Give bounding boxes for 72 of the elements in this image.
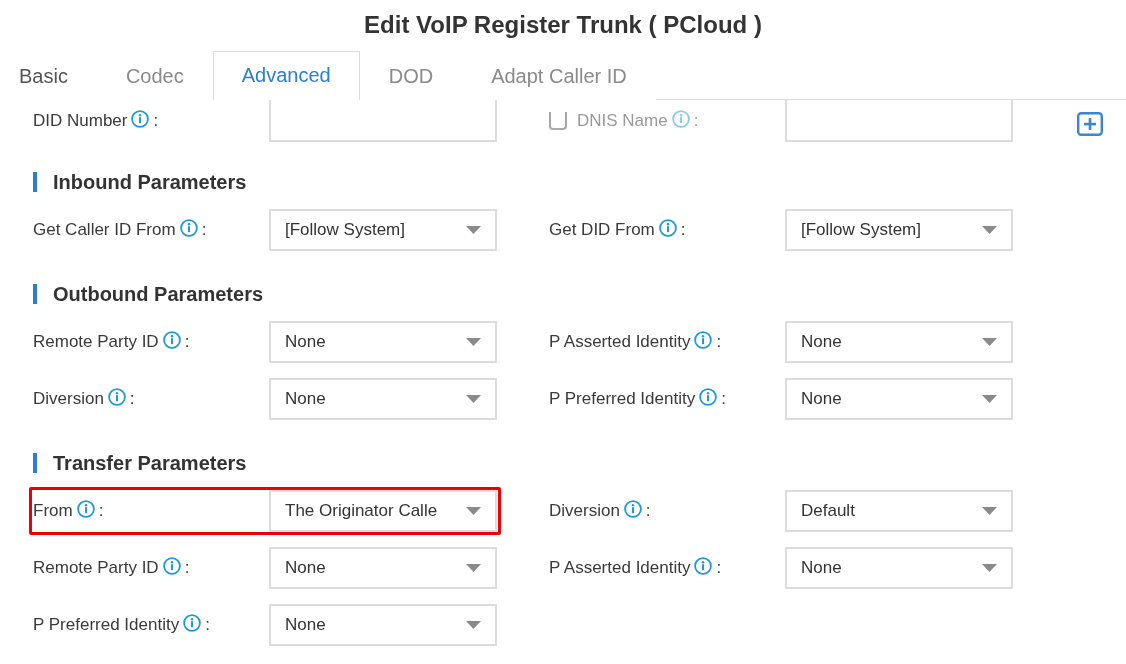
dropdown[interactable]: [Follow System] [269,209,497,251]
field-label: Diversion [33,389,104,409]
caret-icon [466,226,481,234]
dropdown[interactable]: None [785,321,1013,363]
section-heading: Inbound Parameters [53,170,247,194]
label-colon: : [184,558,190,578]
info-icon[interactable] [179,219,198,237]
caret-icon [982,338,997,346]
label-colon: : [645,501,651,521]
dropdown[interactable]: Default [785,490,1013,532]
info-icon[interactable] [699,388,718,406]
dropdown[interactable]: None [269,321,497,363]
info-icon[interactable] [623,500,642,518]
info-icon[interactable] [162,557,181,575]
section-heading: Transfer Parameters [53,451,247,475]
label-colon: : [184,332,190,352]
add-icon[interactable] [1077,112,1103,136]
dropdown[interactable]: None [785,547,1013,589]
info-icon[interactable] [694,331,713,349]
tab[interactable]: Advanced [212,51,360,100]
dropdown[interactable]: None [269,604,497,646]
label-colon: : [721,389,726,409]
caret-icon [466,621,481,629]
field-label: Diversion [549,501,620,521]
caret-icon [466,507,481,515]
caret-icon [982,395,997,403]
info-icon[interactable] [694,557,713,575]
info-icon[interactable] [107,388,126,406]
dropdown[interactable]: None [269,547,497,589]
input-field[interactable] [785,100,1013,142]
label-colon: : [98,501,104,521]
label-colon: : [716,558,722,578]
field-label: Remote Party ID [33,332,159,352]
input-field[interactable] [269,100,497,142]
info-icon[interactable] [658,219,677,237]
dropdown[interactable]: [Follow System] [785,209,1013,251]
dropdown[interactable]: None [269,378,497,420]
label-colon: : [693,111,699,131]
info-icon[interactable] [671,110,690,128]
label-colon: : [201,220,207,240]
bar-marker-icon [33,453,37,473]
field-label: P Preferred Identity [549,389,696,409]
field-label: Get DID From [549,220,655,240]
bar-marker-icon [33,172,37,192]
info-icon[interactable] [162,331,181,349]
caret-icon [982,507,997,515]
caret-icon [466,564,481,572]
dialog-title: Edit VoIP Register Trunk ( PCloud ) [364,10,762,40]
info-icon[interactable] [131,110,150,128]
label-colon: : [680,220,686,240]
dropdown[interactable]: None [785,378,1013,420]
field-label: Remote Party ID [33,558,159,578]
section-heading: Outbound Parameters [53,282,264,306]
caret-icon [982,564,997,572]
label-colon: : [129,389,135,409]
field-label: DNIS Name [577,111,668,131]
field-label: P Preferred Identity [33,615,180,635]
label-colon: : [153,111,159,131]
label-colon: : [716,332,722,352]
caret-icon [466,395,481,403]
caret-icon [466,338,481,346]
field-label: From [33,501,73,521]
info-icon[interactable] [183,614,202,632]
bar-marker-icon [33,284,37,304]
field-label: DID Number [33,111,128,131]
label-colon: : [205,615,210,635]
field-label: P Asserted Identity [549,558,691,578]
caret-icon [982,226,997,234]
field-label: P Asserted Identity [549,332,691,352]
field-label: Get Caller ID From [33,220,176,240]
dropdown[interactable]: The Originator Calle [269,490,497,532]
info-icon[interactable] [76,500,95,518]
